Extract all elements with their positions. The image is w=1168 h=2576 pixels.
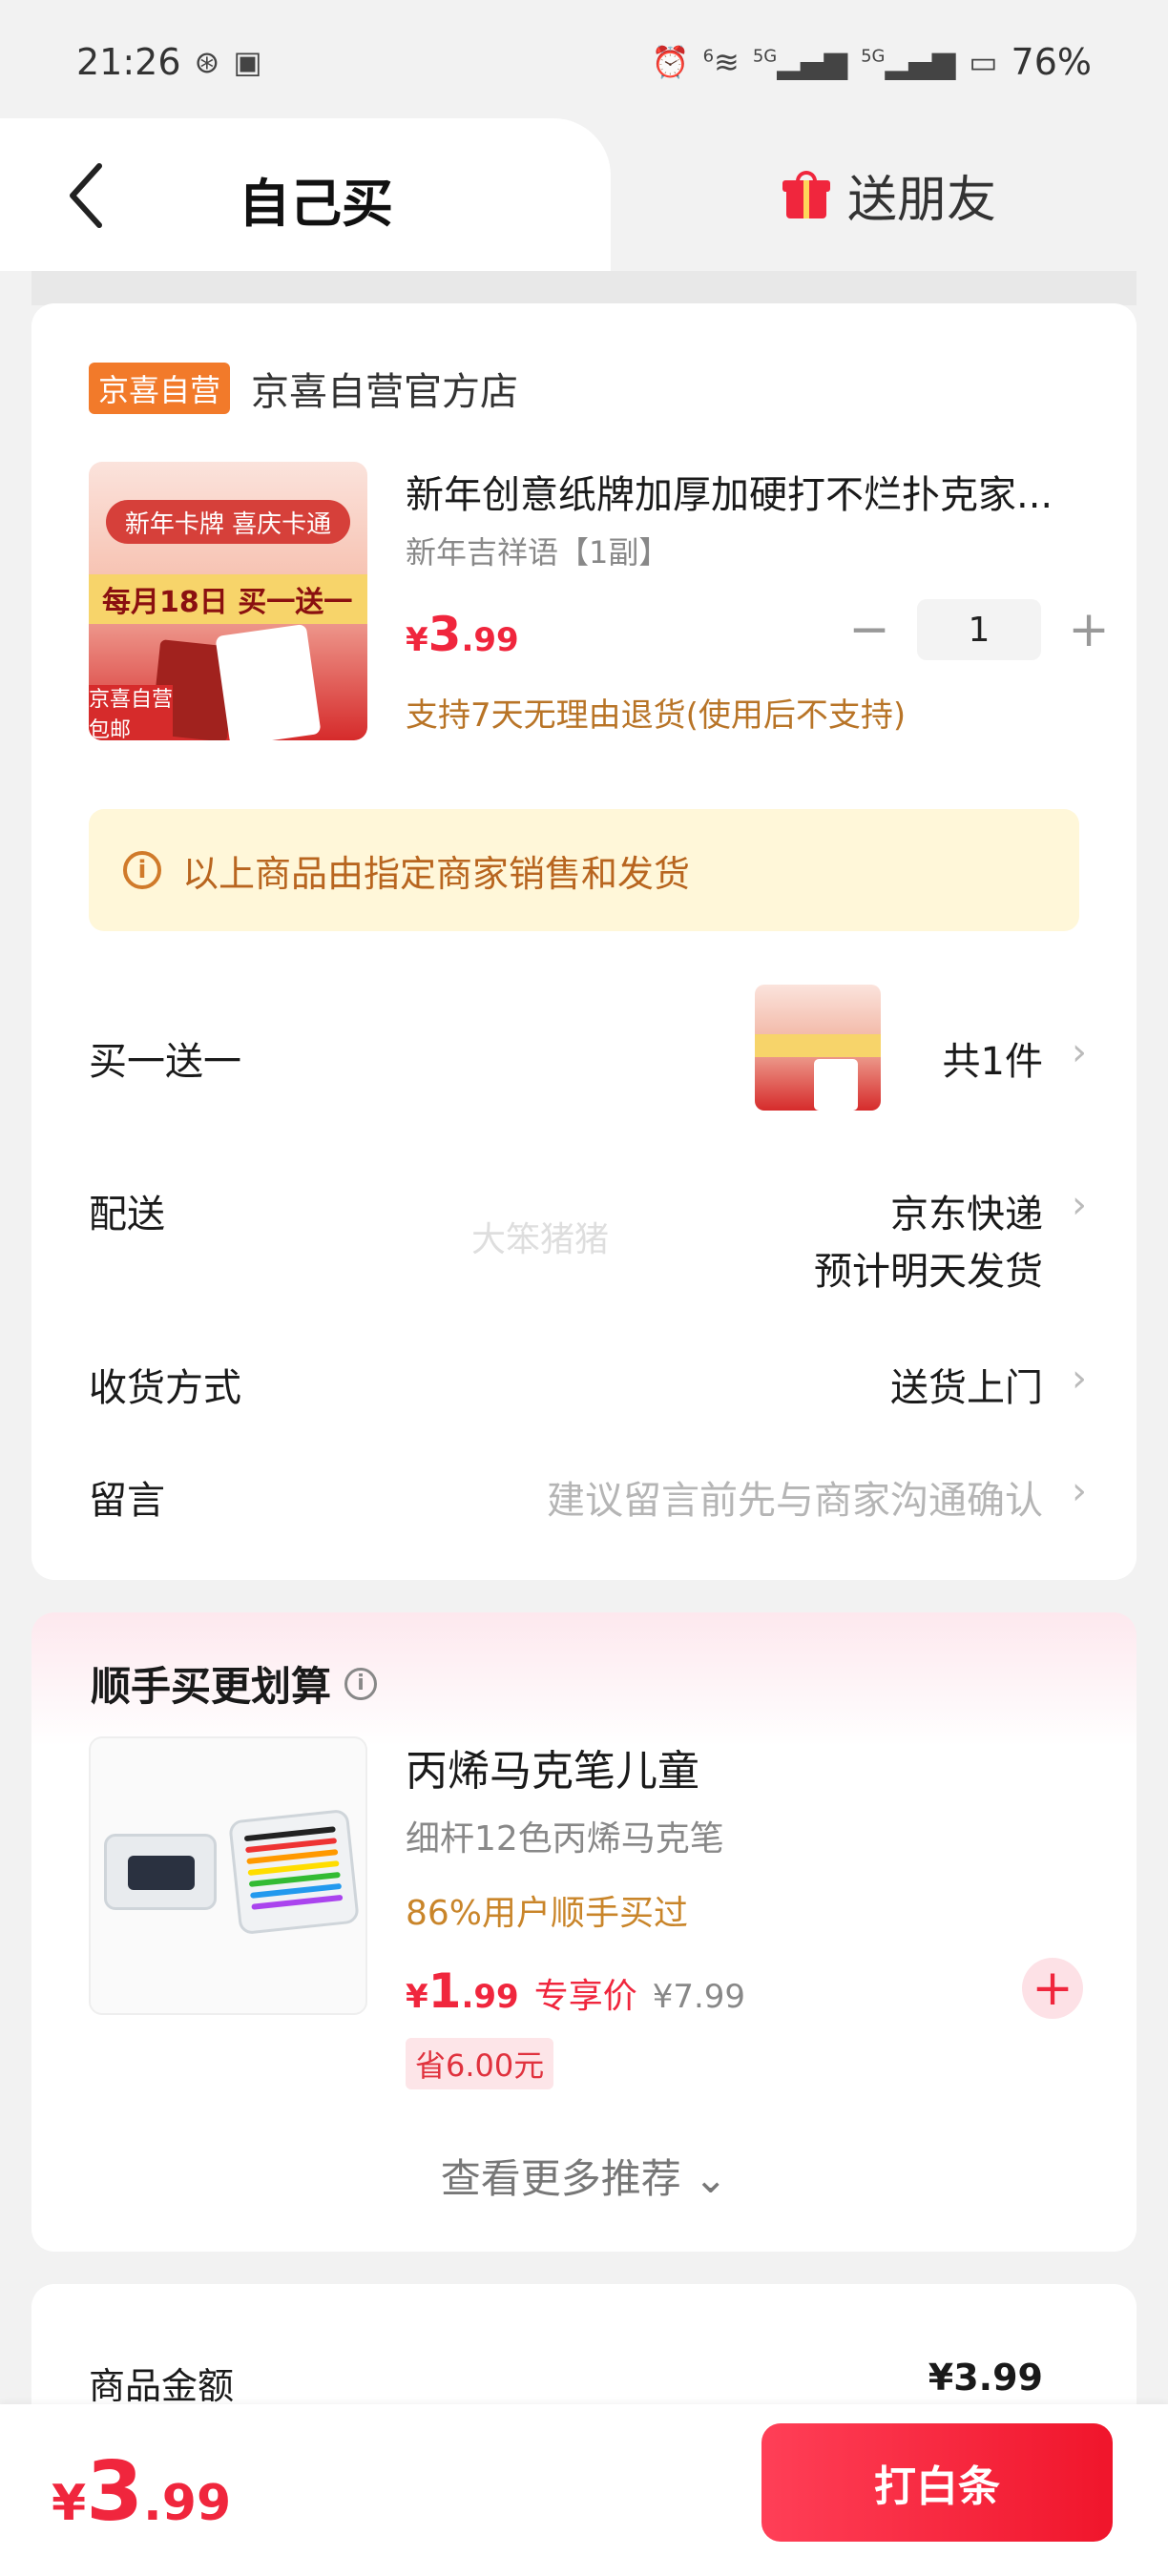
pay-button[interactable]: 打白条 (761, 2423, 1113, 2542)
product-image[interactable]: 新年卡牌 喜庆卡通 每月18日 买一送一 京喜自营包邮 (89, 462, 367, 740)
bogo-count: 共1件 (942, 1040, 1043, 1084)
purchase-mode-tabs: 自己买 送朋友 (0, 118, 1168, 271)
watermark: 大笨猪猪 (471, 1220, 610, 1259)
quantity-stepper: − 1 + (841, 599, 1117, 660)
decrease-button[interactable]: − (841, 601, 898, 658)
recommend-product-desc: 细杆12色丙烯马克笔 (406, 1819, 724, 1859)
shield-icon: ⊛ (194, 44, 220, 80)
chevron-right-icon: › (1072, 1469, 1087, 1513)
shop-header[interactable]: 京喜自营 京喜自营官方店 (89, 361, 518, 416)
receive-method: 送货上门 (890, 1366, 1043, 1410)
recommend-card: 顺手买更划算 i 丙烯马克笔儿童 细杆12色丙烯马克笔 86%用户顺手买过 ¥1… (31, 1612, 1137, 2252)
return-policy: 支持7天无理由退货(使用后不支持) (406, 696, 907, 735)
subtotal-value: ¥3.99 (928, 2357, 1043, 2399)
info-icon[interactable]: i (344, 1667, 378, 1700)
savings-badge: 省6.00元 (406, 2038, 554, 2089)
tab-gift-friend[interactable]: 送朋友 (611, 118, 1168, 271)
quantity-input[interactable]: 1 (917, 599, 1041, 660)
tab-self-buy[interactable]: 自己买 (0, 118, 611, 271)
signal-icon: 5G▂▄▆ (752, 44, 848, 80)
product-variant[interactable]: 新年吉祥语【1副】 (406, 529, 669, 572)
signal-icon-2: 5G▂▄▆ (861, 44, 956, 80)
delivery-estimate: 预计明天发货 (814, 1250, 1043, 1294)
chevron-right-icon: › (1072, 1357, 1087, 1401)
total-price: ¥3.99 (52, 2444, 232, 2540)
product-title[interactable]: 新年创意纸牌加厚加硬打不烂扑克家... (406, 464, 1112, 519)
chevron-right-icon: › (1072, 1030, 1087, 1074)
chevron-right-icon: › (1072, 1183, 1087, 1227)
checkout-bar: ¥3.99 打白条 (0, 2404, 1168, 2576)
wifi-icon: 6≋ (702, 44, 740, 80)
recommend-product-name[interactable]: 丙烯马克笔儿童 (406, 1736, 699, 1797)
gift-product-thumbnail (755, 985, 881, 1111)
status-bar: 21:26 ⊛ ▣ ⏰ 6≋ 5G▂▄▆ 5G▂▄▆ ▭ 76% (0, 0, 1168, 124)
recommend-title: 顺手买更划算 i (91, 1654, 378, 1713)
order-card: 京喜自营 京喜自营官方店 新年卡牌 喜庆卡通 每月18日 买一送一 京喜自营包邮… (31, 303, 1137, 1580)
status-time: 21:26 (76, 41, 181, 83)
tab-friend-label: 送朋友 (846, 171, 996, 229)
info-icon: i (123, 851, 161, 889)
increase-button[interactable]: + (1060, 601, 1117, 658)
recommend-product-image[interactable] (89, 1736, 367, 2015)
alarm-icon: ⏰ (651, 44, 690, 80)
nfc-icon: ▣ (233, 44, 262, 80)
seller-notice: i 以上商品由指定商家销售和发货 (89, 809, 1079, 931)
chevron-left-icon (70, 163, 102, 228)
original-price: ¥7.99 (652, 1978, 746, 2016)
shop-badge: 京喜自营 (89, 363, 231, 414)
product-price: ¥3.99 (406, 607, 519, 662)
shop-name: 京喜自营官方店 (251, 370, 519, 414)
subtotal-row: 商品金额 ¥3.99 (89, 2357, 1043, 2407)
battery-level: 76% (1011, 41, 1092, 83)
delivery-method: 京东快递 (890, 1193, 1043, 1236)
back-button[interactable] (48, 153, 124, 239)
add-to-order-button[interactable]: + (1022, 1958, 1083, 2019)
view-more-button[interactable]: 查看更多推荐 ⌄ (31, 2147, 1137, 2205)
tab-self-label: 自己买 (239, 174, 393, 234)
message-input[interactable]: 建议留言前先与商家沟通确认 (547, 1469, 1043, 1525)
divider (31, 271, 1137, 305)
recommend-price: ¥1.99 专享价 ¥7.99 (406, 1963, 746, 2019)
exclusive-price-label: 专享价 (533, 1977, 637, 2016)
gift-icon (782, 171, 830, 218)
seller-notice-text: 以上商品由指定商家销售和发货 (182, 852, 691, 895)
recommend-popularity: 86%用户顺手买过 (406, 1894, 689, 1933)
battery-icon: ▭ (969, 44, 998, 80)
